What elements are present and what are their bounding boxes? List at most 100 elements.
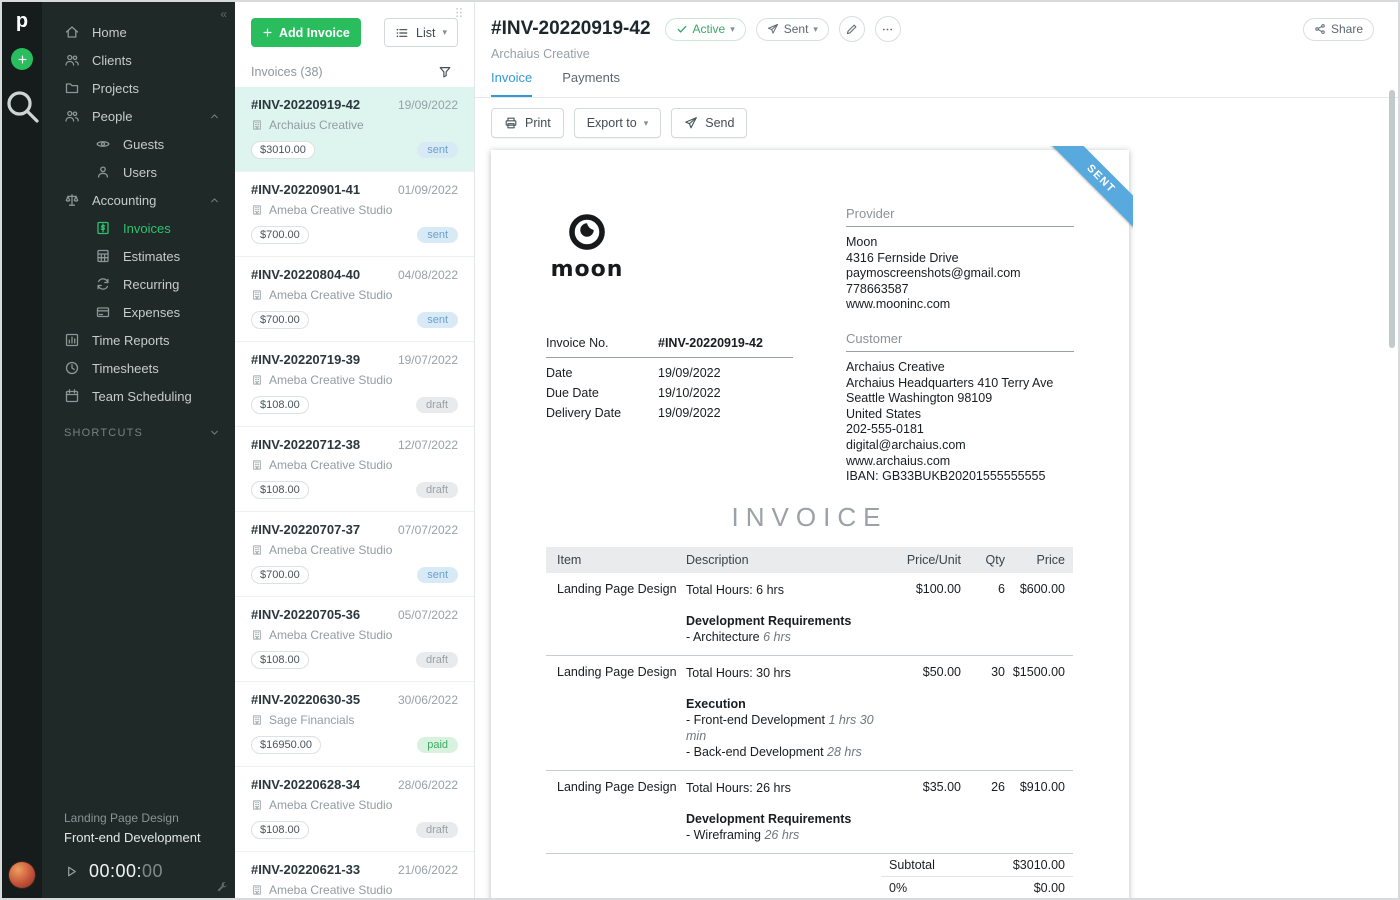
invoice-number: #INV-20220630-35 (251, 692, 360, 707)
user-avatar[interactable] (9, 862, 35, 888)
panel-drag-handle-icon[interactable] (454, 6, 464, 19)
tab-invoice[interactable]: Invoice (491, 70, 532, 97)
invoice-list-item[interactable]: #INV-20220707-3707/07/2022Ameba Creative… (235, 512, 474, 597)
status-badge: draft (416, 822, 458, 838)
invoice-number: #INV-20220712-38 (251, 437, 360, 452)
invoice-list-item[interactable]: #INV-20220919-4219/09/2022Archaius Creat… (235, 87, 474, 172)
customer-line: United States (846, 407, 1074, 423)
item-description: Total Hours: 30 hrsExecution- Front-end … (686, 665, 891, 760)
sidebar-item-clients[interactable]: Clients (42, 46, 235, 74)
customer-line: IBAN: GB33BUKB20201555555555 (846, 469, 1074, 485)
sidebar-item-time-reports[interactable]: Time Reports (42, 326, 235, 354)
quick-add-button[interactable] (11, 48, 33, 70)
provider-line: www.mooninc.com (846, 297, 1074, 313)
document-toolbar: Print Export to ▾ Send (491, 108, 1382, 138)
building-icon (251, 714, 263, 726)
sidebar-item-label: Invoices (123, 221, 171, 236)
sidebar-item-invoices[interactable]: Invoices (42, 214, 235, 242)
search-button[interactable] (2, 86, 42, 126)
tab-bar: Invoice Payments (491, 70, 1374, 97)
customer-line: Archaius Headquarters 410 Terry Ave (846, 376, 1074, 392)
play-icon[interactable] (64, 864, 79, 879)
status-active-dropdown[interactable]: Active ▾ (665, 18, 746, 41)
invoice-number: #INV-20220804-40 (251, 267, 360, 282)
paymo-logo[interactable]: p (16, 10, 28, 32)
sidebar-item-guests[interactable]: Guests (42, 130, 235, 158)
moon-logo-text: moon (546, 257, 628, 282)
sidebar-item-users[interactable]: Users (42, 158, 235, 186)
sidebar-item-label: Expenses (123, 305, 180, 320)
sidebar-nav: Home ClientsProjects People GuestsUsers Acco… (42, 18, 235, 410)
icon-rail: p (2, 2, 42, 898)
settings-wrench-icon[interactable] (216, 881, 229, 894)
sidebar-item-label: Team Scheduling (92, 389, 192, 404)
status-badge: sent (417, 312, 458, 328)
customer-line: Archaius Creative (846, 360, 1074, 376)
paper-plane-icon (684, 116, 698, 130)
item-price: $600.00 (1005, 582, 1073, 645)
printer-icon (504, 116, 518, 130)
invoice-list-item[interactable]: #INV-20220804-4004/08/2022Ameba Creative… (235, 257, 474, 342)
add-invoice-button[interactable]: Add Invoice (251, 18, 361, 47)
sidebar-item-label: People (92, 109, 132, 124)
send-button[interactable]: Send (671, 108, 747, 138)
item-price: $1500.00 (1005, 665, 1073, 760)
sidebar-item-projects[interactable]: Projects (42, 74, 235, 102)
invoice-list-item[interactable]: #INV-20220621-3321/06/2022Ameba Creative… (235, 852, 474, 898)
invoice-list-item[interactable]: #INV-20220705-3605/07/2022Ameba Creative… (235, 597, 474, 682)
invoice-date: 19/07/2022 (398, 353, 458, 367)
sidebar-item-label: Accounting (92, 193, 156, 208)
provider-block: Provider Moon4316 Fernside Drivepaymoscr… (846, 206, 1074, 313)
invoices-count-label: Invoices (38) (251, 65, 323, 79)
invoice-list-item[interactable]: #INV-20220630-3530/06/2022Sage Financial… (235, 682, 474, 767)
invoice-date: 01/09/2022 (398, 183, 458, 197)
item-qty: 6 (961, 582, 1005, 645)
sidebar-item-team-scheduling[interactable]: Team Scheduling (42, 382, 235, 410)
view-mode-dropdown[interactable]: List ▾ (384, 18, 458, 47)
sidebar-item-accounting[interactable]: Accounting (42, 186, 235, 214)
provider-line: 778663587 (846, 282, 1074, 298)
timer-task: Front-end Development (64, 830, 219, 845)
shortcuts-header[interactable]: SHORTCUTS (42, 410, 235, 439)
invoice-amount-badge: $108.00 (251, 821, 309, 839)
paper-plane-icon (767, 23, 779, 35)
tab-payments[interactable]: Payments (562, 70, 620, 97)
status-sent-dropdown[interactable]: Sent ▾ (756, 18, 829, 41)
sidebar-item-recurring[interactable]: Recurring (42, 270, 235, 298)
share-button[interactable]: Share (1303, 18, 1374, 41)
sidebar-item-expenses[interactable]: Expenses (42, 298, 235, 326)
customer-line: www.archaius.com (846, 454, 1074, 470)
invoice-client: Ameba Creative Studio (269, 373, 392, 387)
sidebar-item-estimates[interactable]: Estimates (42, 242, 235, 270)
people-icon (64, 108, 80, 124)
sidebar-item-people[interactable]: People (42, 102, 235, 130)
invoice-list-item[interactable]: #INV-20220901-4101/09/2022Ameba Creative… (235, 172, 474, 257)
invoice-list-item[interactable]: #INV-20220712-3812/07/2022Ameba Creative… (235, 427, 474, 512)
building-icon (251, 459, 263, 471)
print-button[interactable]: Print (491, 108, 564, 138)
sidebar-item-timesheets[interactable]: Timesheets (42, 354, 235, 382)
filter-icon[interactable] (438, 65, 452, 79)
item-name: Landing Page Design (546, 582, 686, 645)
collapse-sidebar-icon[interactable]: « (220, 7, 227, 21)
item-description: Total Hours: 6 hrsDevelopment Requiremen… (686, 582, 891, 645)
estimates-icon (95, 248, 111, 264)
more-button[interactable] (875, 16, 901, 42)
column-header: Price/Unit (891, 553, 961, 567)
export-dropdown[interactable]: Export to ▾ (574, 108, 662, 138)
item-price-unit: $50.00 (891, 665, 961, 760)
status-badge: sent (417, 567, 458, 583)
invoice-number: #INV-20220901-41 (251, 182, 360, 197)
meta-row: Invoice No.#INV-20220919-42 (546, 333, 793, 358)
invoice-list-item[interactable]: #INV-20220719-3919/07/2022Ameba Creative… (235, 342, 474, 427)
sidebar: « Home ClientsProjects People GuestsUsers Ac… (42, 2, 235, 898)
edit-button[interactable] (839, 16, 865, 42)
invoice-number: #INV-20220621-33 (251, 862, 360, 877)
invoice-list-item[interactable]: #INV-20220628-3428/06/2022Ameba Creative… (235, 767, 474, 852)
provider-line: Moon (846, 235, 1074, 251)
building-icon (251, 289, 263, 301)
meta-row: Due Date19/10/2022 (546, 383, 793, 403)
sidebar-item-home[interactable]: Home (42, 18, 235, 46)
scrollbar[interactable] (1389, 90, 1395, 348)
sidebar-item-label: Home (92, 25, 127, 40)
